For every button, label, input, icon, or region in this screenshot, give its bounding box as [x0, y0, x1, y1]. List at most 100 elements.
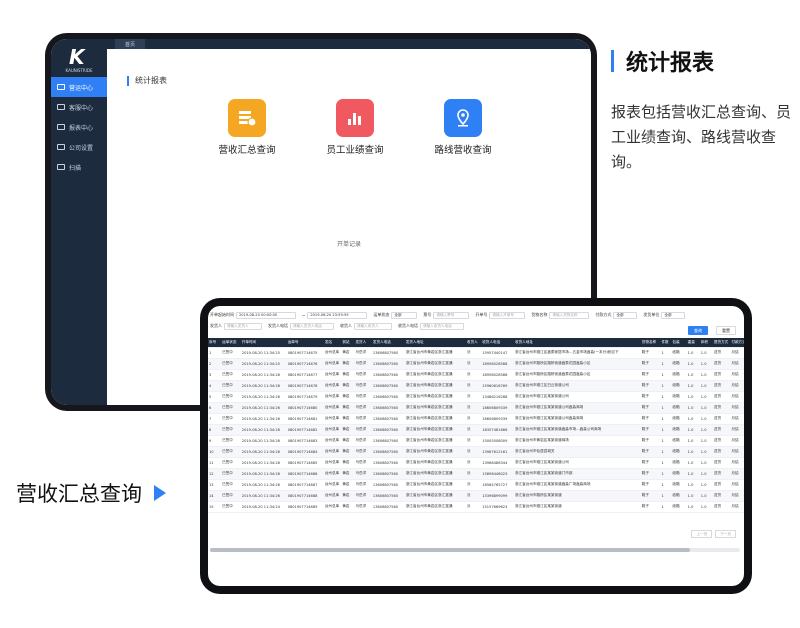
table-cell: 0801907714689: [286, 501, 324, 513]
table-cell: 黄岩: [341, 380, 355, 392]
scrollbar-thumb[interactable]: [210, 548, 690, 552]
sidebar: K KAUNISTRIDE 营运中心 客服中心 报表中心 公司设置 扫描: [51, 39, 107, 405]
table-cell: 1.0: [699, 391, 713, 403]
staff-performance-card[interactable]: 员工业绩查询: [315, 99, 395, 156]
table-cell: 11: [208, 457, 222, 469]
prev-page-button[interactable]: 上一页: [691, 530, 713, 538]
query-button[interactable]: 查询: [688, 326, 708, 335]
table-row[interactable]: 2 已签中 2019-08-20 11:34:25 0801907714676 台州总库…: [208, 358, 744, 370]
table-cell: 18958028588: [481, 369, 514, 381]
table-cell: 浙江省台州市椒江区某某街道门市部: [513, 468, 641, 480]
table-cell: 已签中: [221, 501, 241, 513]
table-cell: 0801907714682: [286, 424, 324, 436]
table-cell: 已签中: [221, 391, 241, 403]
table-cell: 浙江省台州市黄岩区浙江富通: [404, 446, 466, 458]
sender-input[interactable]: 请输入发货人: [224, 322, 262, 330]
payment-select[interactable]: 全部: [613, 311, 638, 319]
table-row[interactable]: 13 已签中 2019-08-20 11:34:26 0801907714687 台州总…: [208, 479, 744, 491]
next-page-button[interactable]: 下一页: [715, 530, 736, 538]
start-time-input[interactable]: 2019-08-20 00:00:00: [236, 311, 296, 319]
table-cell: 送货: [712, 424, 731, 436]
table-row[interactable]: 4 已签中 2019-08-20 11:34:26 0801907714678 台州总库…: [208, 380, 744, 392]
table-row[interactable]: 14 已签中 2019-08-20 11:34:26 0801907714688 台州总…: [208, 490, 744, 502]
table-row[interactable]: 3 已签中 2019-08-20 11:34:26 0801907714677 台州总库…: [208, 369, 744, 381]
table-cell: 浙江省台州市椒江区鑫泰家居市场…五金市场鑫淼(一本分)帐目下: [513, 347, 641, 359]
table-cell: 浙江省台州市黄岩区浙江富通: [404, 490, 466, 502]
table-row[interactable]: 15 已签中 2019-08-20 11:34:24 0801907714689 台州总…: [208, 501, 744, 513]
sender-unit-select[interactable]: 全部: [661, 311, 686, 319]
table-cell: 浙江省台州市黄岩区浙江富通: [404, 468, 466, 480]
filter-status: 运单状态 全部: [373, 311, 418, 319]
table-cell: 13606807560: [371, 402, 405, 414]
table-cell: 1: [660, 501, 672, 513]
table-cell: 1.0: [686, 391, 700, 403]
table-cell: 月结: [730, 402, 744, 414]
table-cell: 1.0: [699, 347, 713, 359]
revenue-summary-card[interactable]: 营收汇总查询: [207, 99, 287, 156]
table-cell: 1.0: [686, 369, 700, 381]
table-cell: 1.0: [686, 501, 700, 513]
route-revenue-card[interactable]: 路线营收查询: [423, 99, 503, 156]
ticket-input[interactable]: 请输入票号: [433, 311, 470, 319]
table-cell: 马岳洋: [354, 402, 372, 414]
sidebar-item-customer-service[interactable]: 客服中心: [51, 97, 107, 117]
table-cell: 2: [208, 358, 222, 370]
filter-end-time: ~2019-08-20 23:59:59: [302, 311, 368, 319]
receiver-input[interactable]: 请输入收货人: [354, 322, 392, 330]
coin-stack-icon: [228, 99, 266, 137]
table-cell: 浙江省台州市椒江区某某街道鑫淼广场鑫淼商场: [513, 479, 641, 491]
table-row[interactable]: 5 已签中 2019-08-20 11:34:26 0801907714679 台州总库…: [208, 391, 744, 403]
column-header: 重量: [686, 338, 700, 348]
table-cell: 黄岩: [341, 358, 355, 370]
table-cell: 沃: [465, 347, 482, 359]
table-cell: 13606807560: [371, 490, 405, 502]
table-cell: 浙江省台州市黄岩区浙江富通: [404, 457, 466, 469]
sidebar-item-operations[interactable]: 营运中心: [51, 77, 107, 97]
horizontal-scrollbar[interactable]: [210, 548, 740, 552]
table-cell: 13486216288: [481, 391, 514, 403]
table-cell: 1: [208, 347, 222, 359]
table-row[interactable]: 10 已签中 2019-08-20 11:34:26 0801907714684 台州总…: [208, 446, 744, 458]
filter-label: 票号: [423, 312, 432, 317]
table-row[interactable]: 11 已签中 2019-08-20 11:34:26 0801907714685 台州总…: [208, 457, 744, 469]
table-cell: 马岳洋: [354, 446, 372, 458]
filter-label: 开单号: [475, 312, 488, 317]
table-row[interactable]: 6 已签中 2019-08-20 11:34:26 0801907714680 台州总库…: [208, 402, 744, 414]
table-cell: 鞋子: [640, 435, 661, 447]
goods-input[interactable]: 请输入货物名称: [549, 311, 590, 319]
order-no-input[interactable]: 请输入开单号: [489, 311, 526, 319]
table-cell: 送货: [712, 479, 731, 491]
table-cell: 7: [208, 413, 222, 425]
table-row[interactable]: 9 已签中 2019-08-20 11:34:26 0801907714683 台州总库…: [208, 435, 744, 447]
column-header: 发货人地址: [404, 338, 466, 348]
status-select[interactable]: 全部: [391, 311, 418, 319]
table-cell: 1: [660, 490, 672, 502]
receiver-phone-input[interactable]: 请输入收货人电话: [420, 322, 464, 330]
table-row[interactable]: 8 已签中 2019-08-20 11:34:26 0801907714682 台州总库…: [208, 424, 744, 436]
table-cell: 马岳洋: [354, 479, 372, 491]
table-cell: 纸箱: [671, 413, 687, 425]
table-cell: 已签中: [221, 468, 241, 480]
sidebar-item-company-settings[interactable]: 公司设置: [51, 137, 107, 157]
sidebar-item-reports[interactable]: 报表中心: [51, 117, 107, 137]
sidebar-item-scan[interactable]: 扫描: [51, 157, 107, 177]
column-header: 序号: [208, 338, 222, 348]
table-cell: 2019-08-20 11:34:26: [240, 402, 287, 414]
tab-home[interactable]: 首页: [115, 39, 145, 49]
table-cell: 已签中: [221, 347, 241, 359]
table-cell: 月结: [730, 501, 744, 513]
table-cell: 1.0: [686, 402, 700, 414]
table-cell: 3: [208, 369, 222, 381]
sidebar-item-label: 扫描: [69, 164, 82, 172]
reset-button[interactable]: 重置: [716, 326, 736, 335]
table-cell: 1.0: [686, 479, 700, 491]
sender-phone-input[interactable]: 请输入发货人电话: [290, 322, 334, 330]
table-row[interactable]: 7 已签中 2019-08-20 11:34:26 0801907714681 台州总库…: [208, 413, 744, 425]
end-time-input[interactable]: 2019-08-20 23:59:59: [307, 311, 368, 319]
table-row[interactable]: 12 已签中 2019-08-20 11:34:26 0801907714686 台州总…: [208, 468, 744, 480]
table-cell: 纸箱: [671, 380, 687, 392]
column-header: 货物名称: [640, 338, 661, 348]
table-row[interactable]: 1 已签中 2019-08-20 11:34:25 0801907714675 台州总库…: [208, 347, 744, 359]
table-cell: 1: [660, 435, 672, 447]
table-cell: 1.0: [699, 413, 713, 425]
